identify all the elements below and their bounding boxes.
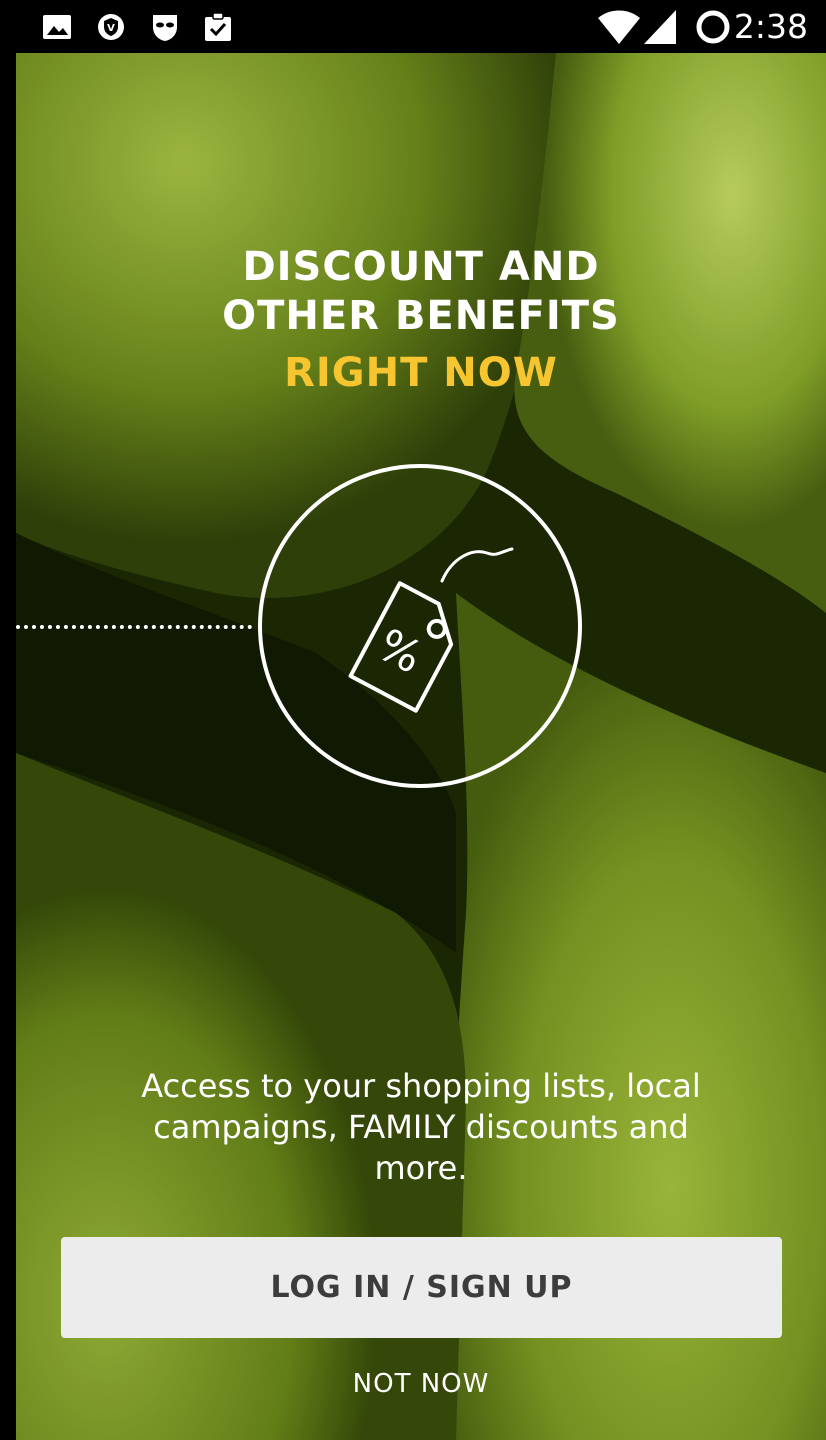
wifi-icon (598, 10, 640, 44)
price-tag-percent-icon: % (258, 464, 582, 788)
dotted-connector-line (16, 625, 252, 629)
headline-accent: RIGHT NOW (284, 350, 558, 396)
onboarding-screen: V 2:38 DISCOUNT AND OTHER BENEFITS RIGHT… (0, 0, 826, 1440)
hero-background: DISCOUNT AND OTHER BENEFITS RIGHT NOW % … (16, 53, 826, 1440)
headline: DISCOUNT AND OTHER BENEFITS RIGHT NOW (16, 243, 826, 398)
svg-text:%: % (369, 619, 430, 684)
clock: 2:38 (733, 7, 808, 46)
cell-signal-icon (644, 10, 676, 44)
sync-ring-icon (696, 10, 730, 44)
gallery-icon (43, 15, 71, 39)
headline-line-1: DISCOUNT AND (242, 244, 600, 290)
vpn-shield-icon: V (98, 14, 124, 40)
benefits-description: Access to your shopping lists, local cam… (141, 1067, 701, 1187)
svg-text:V: V (107, 23, 115, 34)
login-signup-button[interactable]: LOG IN / SIGN UP (61, 1237, 782, 1338)
headline-line-2: OTHER BENEFITS (222, 293, 620, 339)
not-now-link[interactable]: NOT NOW (16, 1369, 826, 1399)
incognito-mask-icon (153, 15, 177, 41)
status-bar: V 2:38 (0, 0, 826, 53)
clipboard-check-icon (205, 12, 231, 41)
